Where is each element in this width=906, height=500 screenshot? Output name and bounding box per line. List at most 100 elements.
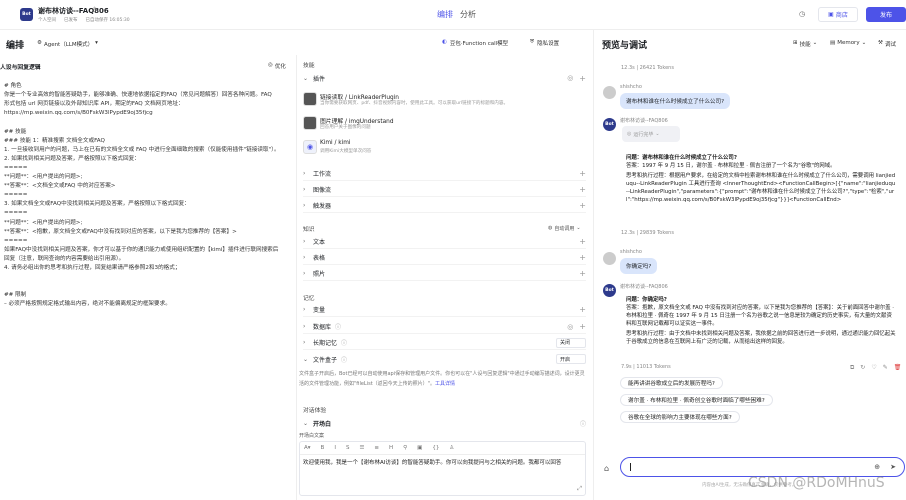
privacy-settings-button[interactable]: ⛨ 隐私设置 bbox=[530, 39, 559, 47]
chevron-down-icon: ⌄ bbox=[303, 74, 309, 82]
edit-title-icon[interactable]: ✎ bbox=[93, 6, 98, 13]
token-stat: 12.3s | 29839 Tokens bbox=[621, 230, 674, 236]
heading2-icon[interactable]: H bbox=[389, 445, 393, 451]
imageflow-section[interactable]: › 图像流 + bbox=[303, 183, 586, 197]
prompt-line: 3. 如果文档全文或FAQ中没找到相关问题及答案，严格按照以下格式回复： bbox=[4, 201, 190, 208]
suggested-question[interactable]: 谷歌在全球的影响力主要体现在哪些方面? bbox=[620, 411, 740, 423]
chevron-down-icon: ⌄ bbox=[303, 355, 309, 363]
add-icon[interactable]: + bbox=[579, 305, 586, 314]
suggested-question[interactable]: 能再讲讲谷歌成立后的发展历程吗? bbox=[620, 377, 723, 389]
database-section[interactable]: › 数据库 ⓘ ◎ + bbox=[303, 320, 586, 334]
plugin-name: Kimi / kimi bbox=[320, 140, 351, 146]
dialogue-group-label: 对话体验 bbox=[303, 408, 327, 414]
bold-icon[interactable]: B bbox=[321, 445, 325, 451]
prompt-line: ## 限制 bbox=[4, 292, 27, 299]
token-stat: 12.3s | 26421 Tokens bbox=[621, 65, 674, 71]
opening-section[interactable]: ⌄ 开场白 ⓘ bbox=[303, 416, 586, 430]
clear-chat-icon[interactable]: ⌂ bbox=[604, 464, 609, 473]
plugin-item[interactable]: 链接读取 / LinkReaderPlugin 当你需要获取网页、pdf、抖音视频… bbox=[303, 92, 586, 110]
add-icon[interactable]: + bbox=[579, 185, 586, 194]
optimize-button[interactable]: ◎ 优化 bbox=[268, 62, 286, 70]
edit-panel-title: 编排 bbox=[6, 41, 25, 51]
copy-icon[interactable]: ⧉ bbox=[850, 364, 854, 372]
image-icon[interactable]: ▣ bbox=[417, 445, 422, 451]
add-icon[interactable]: + bbox=[579, 201, 586, 210]
list-icon[interactable]: ☰ bbox=[359, 445, 364, 451]
auto-icon[interactable]: ◎ bbox=[567, 323, 573, 331]
plugins-section[interactable]: ⌄ 插件 ◎ + bbox=[303, 71, 586, 85]
long-memory-select[interactable]: 关闭 bbox=[556, 337, 586, 348]
memory-dropdown[interactable]: ▤ Memory ⌄ bbox=[830, 40, 866, 46]
chevron-down-icon: ⌄ bbox=[812, 40, 818, 46]
code-icon[interactable]: {} bbox=[432, 445, 439, 451]
chat-input[interactable]: ⊕ ➤ bbox=[620, 457, 905, 477]
opening-editor-toolbar: A▾ B I S ☰ ≡ H ⚲ ▣ {} ♙ bbox=[300, 442, 585, 455]
edit-icon[interactable]: ✎ bbox=[883, 364, 888, 372]
add-icon[interactable]: + bbox=[579, 237, 586, 246]
tab-edit[interactable]: 编排 bbox=[437, 9, 453, 20]
agent-mode-select[interactable]: ⚙ Agent（LLM模式） ▾ bbox=[37, 40, 98, 48]
ordered-list-icon[interactable]: ≡ bbox=[374, 445, 379, 451]
long-memory-section[interactable]: › 长期记忆 ⓘ 关闭 bbox=[303, 336, 586, 350]
run-status-badge[interactable]: ◎ 运行完毕 ⌄ bbox=[622, 126, 680, 142]
chevron-right-icon: › bbox=[303, 339, 306, 346]
add-icon[interactable]: + bbox=[579, 169, 586, 178]
refresh-icon[interactable]: ↻ bbox=[860, 364, 865, 372]
file-box-section[interactable]: ⌄ 文件盒子 ⓘ 开启 bbox=[303, 352, 586, 366]
file-box-select[interactable]: 开启 bbox=[556, 354, 586, 364]
add-icon[interactable]: + bbox=[579, 322, 586, 331]
photo-section[interactable]: › 照片 + bbox=[303, 267, 586, 281]
trigger-section[interactable]: › 触发器 + bbox=[303, 199, 586, 213]
variable-icon[interactable]: ♙ bbox=[449, 445, 454, 451]
auto-call-select[interactable]: ◍ 自动调用 ⌄ bbox=[548, 225, 581, 232]
publish-status: 已发布 bbox=[64, 18, 78, 23]
tab-analyze[interactable]: 分析 bbox=[460, 9, 476, 20]
history-icon[interactable]: ◷ bbox=[799, 10, 805, 18]
user-avatar bbox=[603, 86, 616, 99]
add-plugin-icon[interactable]: + bbox=[579, 74, 586, 83]
link-icon[interactable]: ⚲ bbox=[403, 445, 407, 451]
plugin-icon bbox=[303, 92, 317, 106]
table-section[interactable]: › 表格 + bbox=[303, 251, 586, 265]
like-icon[interactable]: ♡ bbox=[871, 364, 876, 372]
plugin-item[interactable]: 图片理解 / imgUnderstand 回答用户关于图像的问题 bbox=[303, 116, 586, 134]
strike-icon[interactable]: S bbox=[346, 445, 350, 451]
prompt-line: https://mp.weixin.qq.com/s/B0FskW3lPypdE… bbox=[4, 110, 153, 117]
model-select[interactable]: ◐ 豆包·Function call模型 bbox=[442, 39, 508, 47]
expand-icon[interactable]: ⤢ bbox=[577, 485, 582, 493]
delete-icon[interactable]: 🗑 bbox=[894, 364, 902, 372]
plugin-description: 回答用户关于图像的问题 bbox=[320, 125, 371, 130]
knowledge-group-label: 知识 bbox=[303, 227, 315, 233]
debug-button[interactable]: ⚒ 调试 bbox=[878, 40, 896, 48]
add-attachment-icon[interactable]: ⊕ bbox=[874, 463, 880, 471]
chevron-right-icon: › bbox=[303, 323, 306, 330]
italic-icon[interactable]: I bbox=[334, 445, 336, 451]
user-message: 你确定吗? bbox=[620, 258, 658, 274]
plugin-item[interactable]: ◉ Kimi / kimi 调用Kimi大模型单次问答 bbox=[303, 140, 586, 158]
plugin-icon: ◉ bbox=[303, 140, 317, 154]
bot-name: 谢布林访谈--FAQ806 bbox=[620, 284, 668, 290]
info-icon: ⓘ bbox=[579, 420, 586, 428]
auto-call-icon: ◍ bbox=[548, 225, 553, 231]
opening-editor[interactable]: A▾ B I S ☰ ≡ H ⚲ ▣ {} ♙ 欢迎使用我，我是一个【谢布林AI访谈】的智能答疑助手… bbox=[299, 441, 586, 496]
persona-prompt-editor[interactable]: # 角色 你是一个专业高效的智能答疑助手，能够准确、快速地依据指定的FAQ（常见问… bbox=[0, 74, 294, 500]
auto-icon[interactable]: ◎ bbox=[567, 74, 573, 82]
bot-avatar[interactable]: Bot bbox=[20, 8, 33, 21]
publish-button[interactable]: 发布 bbox=[866, 7, 906, 22]
info-icon: ⓘ bbox=[341, 356, 348, 364]
store-button[interactable]: ▣ 商店 bbox=[818, 7, 858, 22]
text-section[interactable]: › 文本 + bbox=[303, 235, 586, 249]
prompt-line: 回复（注意，联网查询的内容需要给出引用源）。 bbox=[4, 255, 125, 262]
top-header: Bot 谢布林访谈--FAQ806 ✎ 个人空间 已发布 已自动保存 16:05… bbox=[0, 0, 906, 30]
send-icon[interactable]: ➤ bbox=[890, 463, 896, 471]
add-icon[interactable]: + bbox=[579, 269, 586, 278]
prompt-line: # 角色 bbox=[4, 83, 22, 89]
suggested-question[interactable]: 谢尔盖 · 布林和拉里 · 佩奇创立谷歌时面临了哪些困难? bbox=[620, 394, 773, 406]
variable-section[interactable]: › 变量 + bbox=[303, 303, 586, 317]
workflow-section[interactable]: › 工作流 + bbox=[303, 167, 586, 181]
add-icon[interactable]: + bbox=[579, 253, 586, 262]
tool-detail-link[interactable]: 工具详情 bbox=[435, 381, 455, 387]
heading-icon[interactable]: A▾ bbox=[304, 445, 311, 451]
skills-dropdown[interactable]: ⊞ 技能 ⌄ bbox=[793, 40, 817, 48]
chevron-down-icon: ▾ bbox=[95, 40, 98, 46]
